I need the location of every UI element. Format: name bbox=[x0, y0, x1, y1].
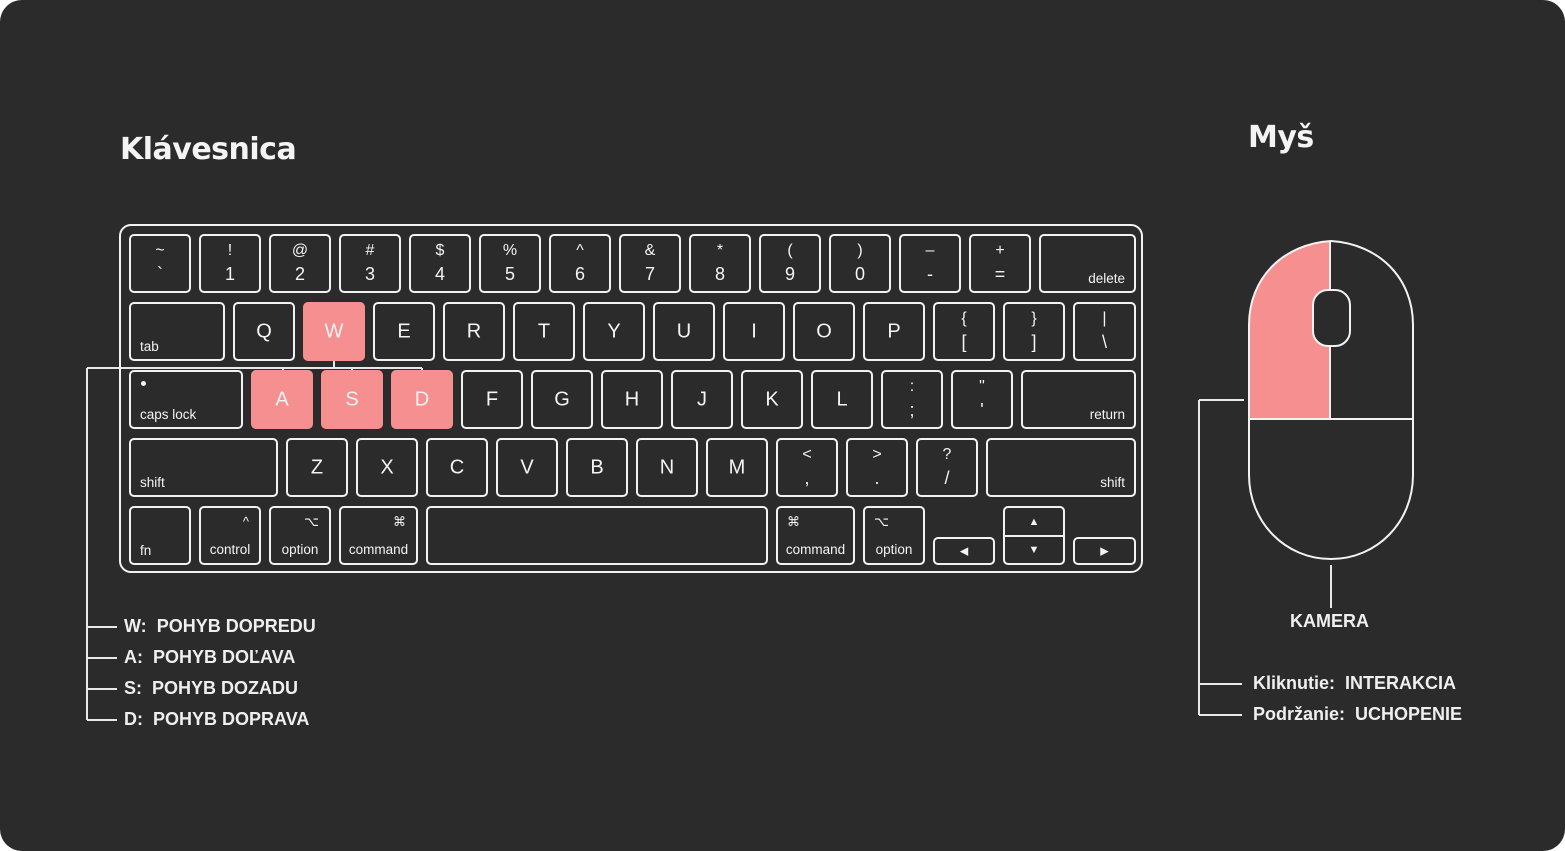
key-s: S bbox=[321, 370, 383, 429]
key-2: @2 bbox=[269, 234, 331, 293]
key-5: % 5 bbox=[479, 234, 541, 293]
key-arrow-down: ▼ bbox=[1003, 535, 1065, 565]
command-icon: ⌘ bbox=[787, 514, 800, 529]
key-q: Q bbox=[233, 302, 295, 361]
key-w: W bbox=[303, 302, 365, 361]
key-p: P bbox=[863, 302, 925, 361]
key-minus: – - bbox=[899, 234, 961, 293]
key-9: (9 bbox=[759, 234, 821, 293]
key-o: O bbox=[793, 302, 855, 361]
key-u: U bbox=[653, 302, 715, 361]
key-arrow-up: ▲ bbox=[1003, 506, 1065, 537]
key-8: * 8 bbox=[689, 234, 751, 293]
option-icon: ⌥ bbox=[874, 514, 889, 529]
key-n: N bbox=[636, 438, 698, 497]
key-space bbox=[426, 506, 768, 565]
key-delete: delete bbox=[1039, 234, 1136, 293]
key-left-bracket: {[ bbox=[933, 302, 995, 361]
key-shift-left: shift bbox=[129, 438, 278, 497]
key-h: H bbox=[601, 370, 663, 429]
arrow-down-icon: ▼ bbox=[1028, 544, 1040, 556]
key-b: B bbox=[566, 438, 628, 497]
key-4: $4 bbox=[409, 234, 471, 293]
key-semicolon: :; bbox=[881, 370, 943, 429]
key-period: >. bbox=[846, 438, 908, 497]
caps-lock-indicator-icon bbox=[141, 381, 146, 386]
key-1: ! 1 bbox=[199, 234, 261, 293]
key-i: I bbox=[723, 302, 785, 361]
key-backslash: | \ bbox=[1073, 302, 1136, 361]
key-j: J bbox=[671, 370, 733, 429]
key-comma: <, bbox=[776, 438, 838, 497]
key-equal: + = bbox=[969, 234, 1031, 293]
legend-a: A: POHYB DOĽAVA bbox=[124, 647, 296, 667]
mouse-icon bbox=[1248, 239, 1414, 561]
key-m: M bbox=[706, 438, 768, 497]
legend-click: Kliknutie: INTERAKCIA bbox=[1253, 673, 1457, 693]
option-icon: ⌥ bbox=[304, 514, 319, 529]
key-arrow-right: ▶ bbox=[1073, 537, 1136, 565]
key-right-bracket: }] bbox=[1003, 302, 1065, 361]
key-command-left: ⌘ command bbox=[339, 506, 418, 565]
key-e: E bbox=[373, 302, 435, 361]
key-k: K bbox=[741, 370, 803, 429]
legend-d: D: POHYB DOPRAVA bbox=[124, 709, 310, 729]
control-icon: ^ bbox=[242, 514, 249, 529]
key-shift-right: shift bbox=[986, 438, 1136, 497]
key-f: F bbox=[461, 370, 523, 429]
arrow-left-icon: ◀ bbox=[959, 545, 969, 558]
key-t: T bbox=[513, 302, 575, 361]
key-backtick: ~ ` bbox=[129, 234, 191, 293]
key-slash: ? / bbox=[916, 438, 978, 497]
key-x: X bbox=[356, 438, 418, 497]
key-g: G bbox=[531, 370, 593, 429]
key-return: return bbox=[1021, 370, 1136, 429]
controls-help-panel: Klávesnica Myš ~ ` ! 1 @ 2 # 3 $ 4 % 5 ^… bbox=[0, 0, 1565, 851]
key-v: V bbox=[496, 438, 558, 497]
command-icon: ⌘ bbox=[393, 514, 406, 529]
key-c: C bbox=[426, 438, 488, 497]
key-caps-lock: caps lock bbox=[129, 370, 243, 429]
key-y: Y bbox=[583, 302, 645, 361]
key-7: & 7 bbox=[619, 234, 681, 293]
key-0: ) 0 bbox=[829, 234, 891, 293]
key-option-right: ⌥ option bbox=[863, 506, 925, 565]
key-l: L bbox=[811, 370, 873, 429]
key-option-left: ⌥ option bbox=[269, 506, 331, 565]
arrow-up-icon: ▲ bbox=[1028, 515, 1040, 528]
legend-camera: KAMERA bbox=[1290, 611, 1369, 631]
key-control: ^ control bbox=[199, 506, 261, 565]
key-quote: " ' bbox=[951, 370, 1013, 429]
mouse-scroll-wheel bbox=[1312, 289, 1351, 347]
arrow-right-icon: ▶ bbox=[1100, 545, 1109, 558]
key-r: R bbox=[443, 302, 505, 361]
key-3: #3 bbox=[339, 234, 401, 293]
key-command-right: ⌘ command bbox=[776, 506, 855, 565]
key-a: A bbox=[251, 370, 313, 429]
key-6: ^ 6 bbox=[549, 234, 611, 293]
key-tab: tab bbox=[129, 302, 225, 361]
key-z: Z bbox=[286, 438, 348, 497]
legend-s: S: POHYB DOZADU bbox=[124, 678, 299, 698]
key-fn: fn bbox=[129, 506, 191, 565]
key-d: D bbox=[391, 370, 453, 429]
legend-w: W: POHYB DOPREDU bbox=[124, 616, 316, 636]
key-arrow-left: ◀ bbox=[933, 537, 995, 565]
legend-hold: Podržanie: UCHOPENIE bbox=[1253, 704, 1463, 724]
